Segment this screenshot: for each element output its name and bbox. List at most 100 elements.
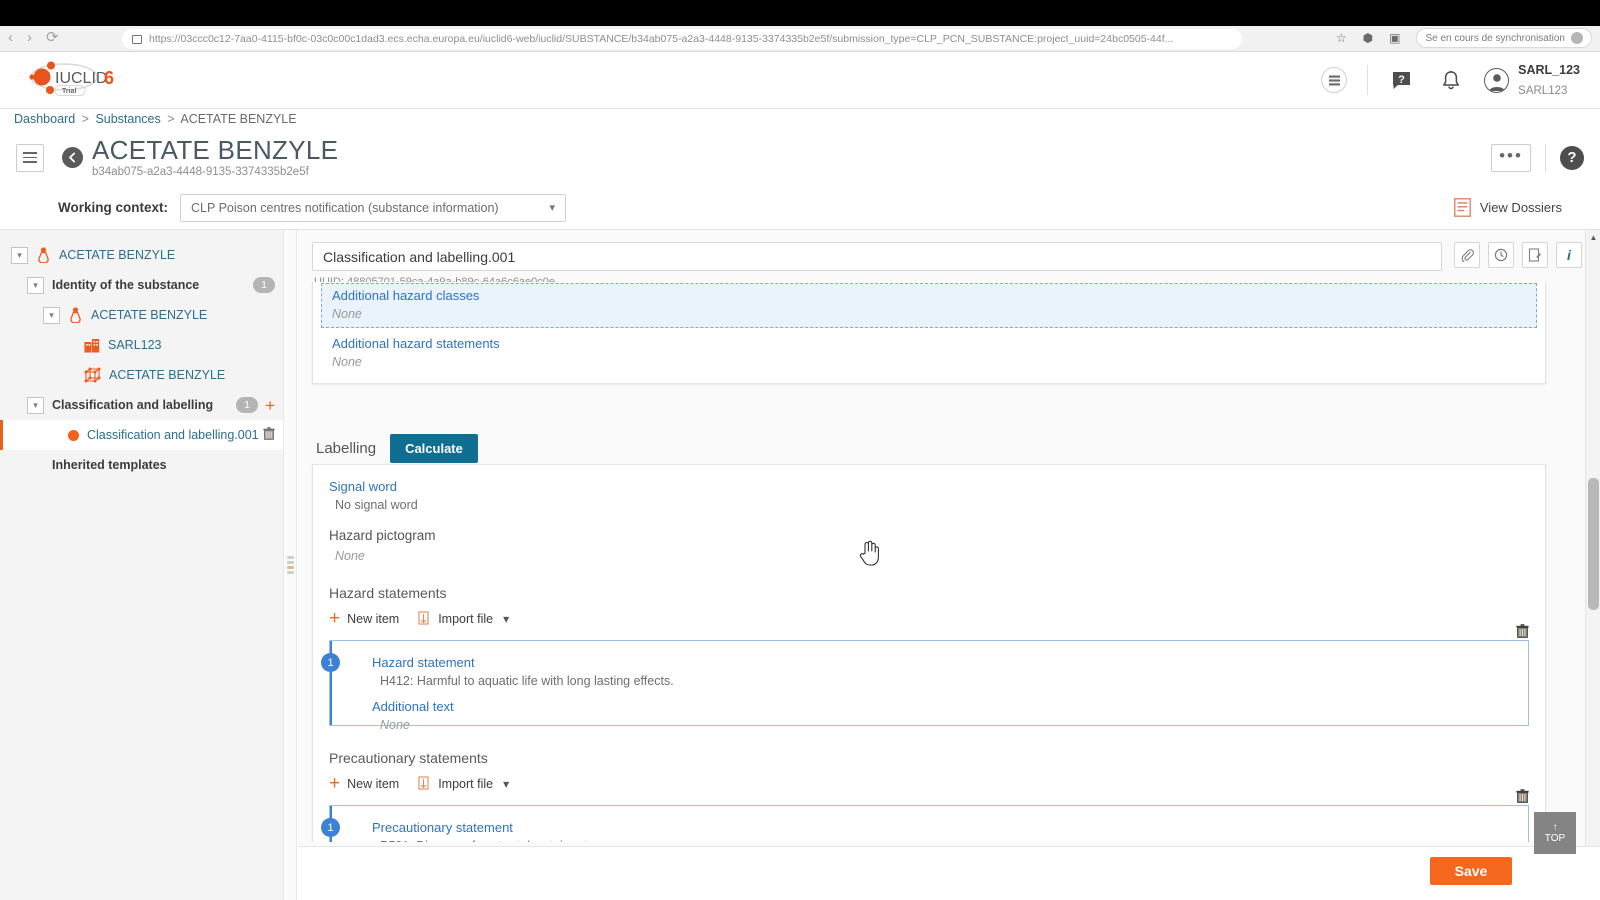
sync-status-chip[interactable]: Se en cours de synchronisation	[1416, 28, 1592, 48]
tree-node-add-icon[interactable]: +	[265, 397, 275, 414]
labelling-section-header: Labelling Calculate	[316, 434, 478, 463]
tree-node[interactable]: Inherited templates	[0, 450, 283, 480]
tree-node[interactable]: ▾ ACETATE BENZYLE	[0, 300, 283, 330]
hazard-new-item-button[interactable]: + New item	[329, 609, 399, 628]
tree-node[interactable]: ▾ ACETATE BENZYLE	[0, 240, 283, 270]
additional-hazard-statements-field[interactable]: Additional hazard statements None	[322, 336, 1537, 369]
hazard-additional-text-value: None	[380, 718, 410, 732]
trash-icon	[1516, 624, 1529, 638]
scroll-to-top-button[interactable]: ↑ TOP	[1534, 812, 1576, 854]
precautionary-statement-card[interactable]: 1 Precautionary statement P501: Dispose …	[321, 805, 1529, 842]
breadcrumb: Dashboard > Substances > ACETATE BENZYLE	[14, 112, 297, 126]
page-title-actions: ••• ?	[1491, 143, 1584, 172]
document-title-input[interactable]	[312, 242, 1442, 271]
back-arrow-icon[interactable]: ‹	[8, 29, 13, 46]
additional-hazard-classes-value: None	[332, 307, 362, 321]
labelling-title: Labelling	[316, 440, 377, 457]
more-options-button[interactable]: •••	[1491, 143, 1531, 172]
breadcrumb-item-substances[interactable]: Substances	[95, 112, 160, 126]
document-footer: Save	[298, 846, 1600, 900]
flask-icon	[36, 247, 51, 263]
hazard-import-chevron-down-icon[interactable]: ▾	[503, 612, 509, 626]
breadcrumb-separator: >	[81, 112, 89, 126]
document-tree-panel: ▾ ACETATE BENZYLE ▾ Identity of the substan…	[0, 230, 283, 900]
working-context-select[interactable]: CLP Poison centres notification (substan…	[180, 193, 567, 222]
clock-icon[interactable]	[1488, 242, 1514, 268]
precautionary-statement-list: 1 Precautionary statement P501: Dispose …	[321, 789, 1529, 842]
tree-node[interactable]: ▾ Classification and labelling 1 +	[0, 390, 283, 420]
document-header-icons: i	[1454, 242, 1582, 268]
breadcrumb-separator: >	[167, 112, 175, 126]
hazard-import-file-label: Import file	[438, 611, 494, 626]
tree-toggle-chevron-down-icon[interactable]: ▾	[27, 396, 44, 414]
tree-node-label: Classification and labelling	[52, 398, 214, 412]
tree-node[interactable]: ▾ Identity of the substance 1	[0, 270, 283, 300]
app-header: IUCLID 6 Trial ? SARL_123 SARL123	[0, 52, 1600, 109]
view-dossiers-button[interactable]: View Dossiers	[1453, 198, 1584, 217]
labelling-panel: Signal word No signal word Hazard pictog…	[312, 464, 1546, 842]
hamburger-icon[interactable]	[16, 143, 44, 172]
tree-toggle-chevron-down-icon[interactable]: ▾	[27, 276, 44, 294]
precautionary-statements-title: Precautionary statements	[329, 750, 488, 766]
attachment-icon[interactable]	[1454, 242, 1480, 268]
panel-splitter[interactable]	[283, 230, 297, 900]
additional-hazard-statements-value: None	[332, 355, 362, 369]
extensions-icon[interactable]: ⬢	[1363, 31, 1373, 45]
view-dossiers-label: View Dossiers	[1479, 200, 1562, 215]
title-divider	[1545, 143, 1546, 172]
tree-node-delete-trash-icon[interactable]	[263, 427, 275, 443]
page-info-icon	[132, 34, 142, 44]
user-profile[interactable]: SARL_123 SARL123	[1476, 60, 1580, 100]
tree-node-label: ACETATE BENZYLE	[109, 368, 226, 382]
tree-toggle-chevron-down-icon[interactable]: ▾	[11, 246, 28, 264]
hazard-new-item-label: New item	[347, 611, 400, 626]
hazard-classes-panel: Additional hazard classes None Additiona…	[312, 282, 1546, 384]
precautionary-new-item-button[interactable]: + New item	[329, 774, 399, 793]
plus-icon: +	[329, 608, 341, 629]
precautionary-import-file-button[interactable]: Import file	[417, 776, 493, 791]
url-bar[interactable]: https://03ccc0c12-7aa0-4115-bf0c-03c0c00…	[122, 29, 1242, 49]
browser-top-black-bar	[0, 0, 1600, 26]
tree-node[interactable]: Classification and labelling.001	[0, 420, 283, 450]
forward-arrow-icon[interactable]: ›	[27, 29, 32, 46]
tree-node-label: ACETATE BENZYLE	[59, 248, 176, 262]
document-content: UUID: 48805701-59ca-4a9a-b89c-64a6c6ae0c…	[298, 230, 1600, 900]
tree-node[interactable]: ACETATE BENZYLE	[0, 360, 283, 390]
content-scrollbar[interactable]: ▲ ▼	[1585, 230, 1600, 900]
precautionary-statements-section: Precautionary statements + New item Impo…	[321, 750, 1529, 842]
notifications-button[interactable]	[1426, 60, 1476, 100]
back-circle-icon[interactable]	[62, 147, 83, 168]
svg-text:?: ?	[1398, 74, 1405, 86]
signal-word-field[interactable]: Signal word No signal word	[329, 479, 1529, 512]
tree-node-label: ACETATE BENZYLE	[91, 308, 208, 322]
tasks-button[interactable]	[1309, 60, 1359, 100]
chevron-down-icon: ▾	[549, 202, 556, 214]
document-header: UUID: 48805701-59ca-4a9a-b89c-64a6c6ae0c…	[298, 230, 1600, 288]
page-help-button[interactable]: ?	[1560, 145, 1584, 170]
user-login: SARL123	[1518, 85, 1568, 97]
document-body-scroll: Additional hazard classes None Additiona…	[298, 282, 1600, 842]
breadcrumb-item-dashboard[interactable]: Dashboard	[14, 112, 75, 126]
edit-note-icon[interactable]	[1522, 242, 1548, 268]
working-context-bar: Working context: CLP Poison centres noti…	[0, 186, 1600, 230]
hazard-statement-label: Hazard statement	[372, 655, 475, 670]
bookmark-star-icon[interactable]: ☆	[1336, 31, 1347, 45]
hazard-pictogram-label: Hazard pictogram	[329, 528, 436, 543]
tree-toggle-chevron-down-icon[interactable]: ▾	[43, 306, 60, 324]
info-icon[interactable]: i	[1556, 242, 1582, 268]
save-button[interactable]: Save	[1430, 857, 1512, 885]
hazard-statement-card[interactable]: 1 Hazard statement H412: Harmful to aqua…	[321, 640, 1529, 732]
precautionary-import-chevron-down-icon[interactable]: ▾	[503, 777, 509, 791]
hazard-pictogram-field[interactable]: Hazard pictogram None	[329, 528, 1529, 563]
help-button[interactable]: ?	[1376, 60, 1426, 100]
tree-node[interactable]: SARL123	[0, 330, 283, 360]
hazard-import-file-button[interactable]: Import file	[417, 611, 493, 626]
additional-hazard-classes-field[interactable]: Additional hazard classes None	[321, 283, 1537, 328]
scroll-up-arrow-icon[interactable]: ▲	[1586, 230, 1600, 245]
reload-icon[interactable]: ⟳	[46, 28, 59, 46]
iuclid-logo[interactable]: IUCLID 6 Trial	[20, 60, 124, 100]
avatar	[1484, 67, 1510, 93]
calculate-button[interactable]: Calculate	[390, 434, 478, 463]
profile-icon[interactable]: ▣	[1389, 31, 1400, 45]
scroll-thumb[interactable]	[1588, 478, 1599, 610]
